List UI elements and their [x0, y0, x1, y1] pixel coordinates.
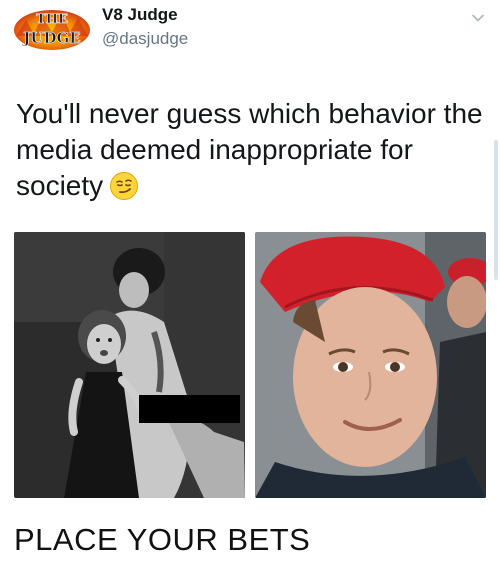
meme-caption: PLACE YOUR BETS [14, 522, 311, 557]
scrollbar[interactable] [494, 140, 498, 280]
avatar-text-bottom: JUDGE [21, 29, 80, 47]
avatar-text-top: THE [36, 12, 68, 27]
left-photo[interactable] [14, 232, 245, 498]
the-judge-logo: THE JUDGE [14, 10, 90, 50]
smirking-face-icon [109, 171, 139, 201]
display-name[interactable]: V8 Judge [102, 5, 178, 25]
avatar[interactable]: THE JUDGE [12, 6, 92, 50]
tweet-text: You'll never guess which behavior the me… [16, 96, 486, 204]
tweet-card: THE JUDGE V8 Judge @dasjudge You'll neve… [0, 0, 500, 510]
chevron-down-icon[interactable] [470, 10, 486, 26]
color-photo-illustration [255, 232, 486, 498]
tweet-text-body: You'll never guess which behavior the me… [16, 98, 483, 201]
right-photo[interactable] [255, 232, 486, 498]
bw-photo-illustration [14, 232, 245, 498]
handle[interactable]: @dasjudge [102, 29, 188, 49]
censor-bar [139, 395, 240, 423]
